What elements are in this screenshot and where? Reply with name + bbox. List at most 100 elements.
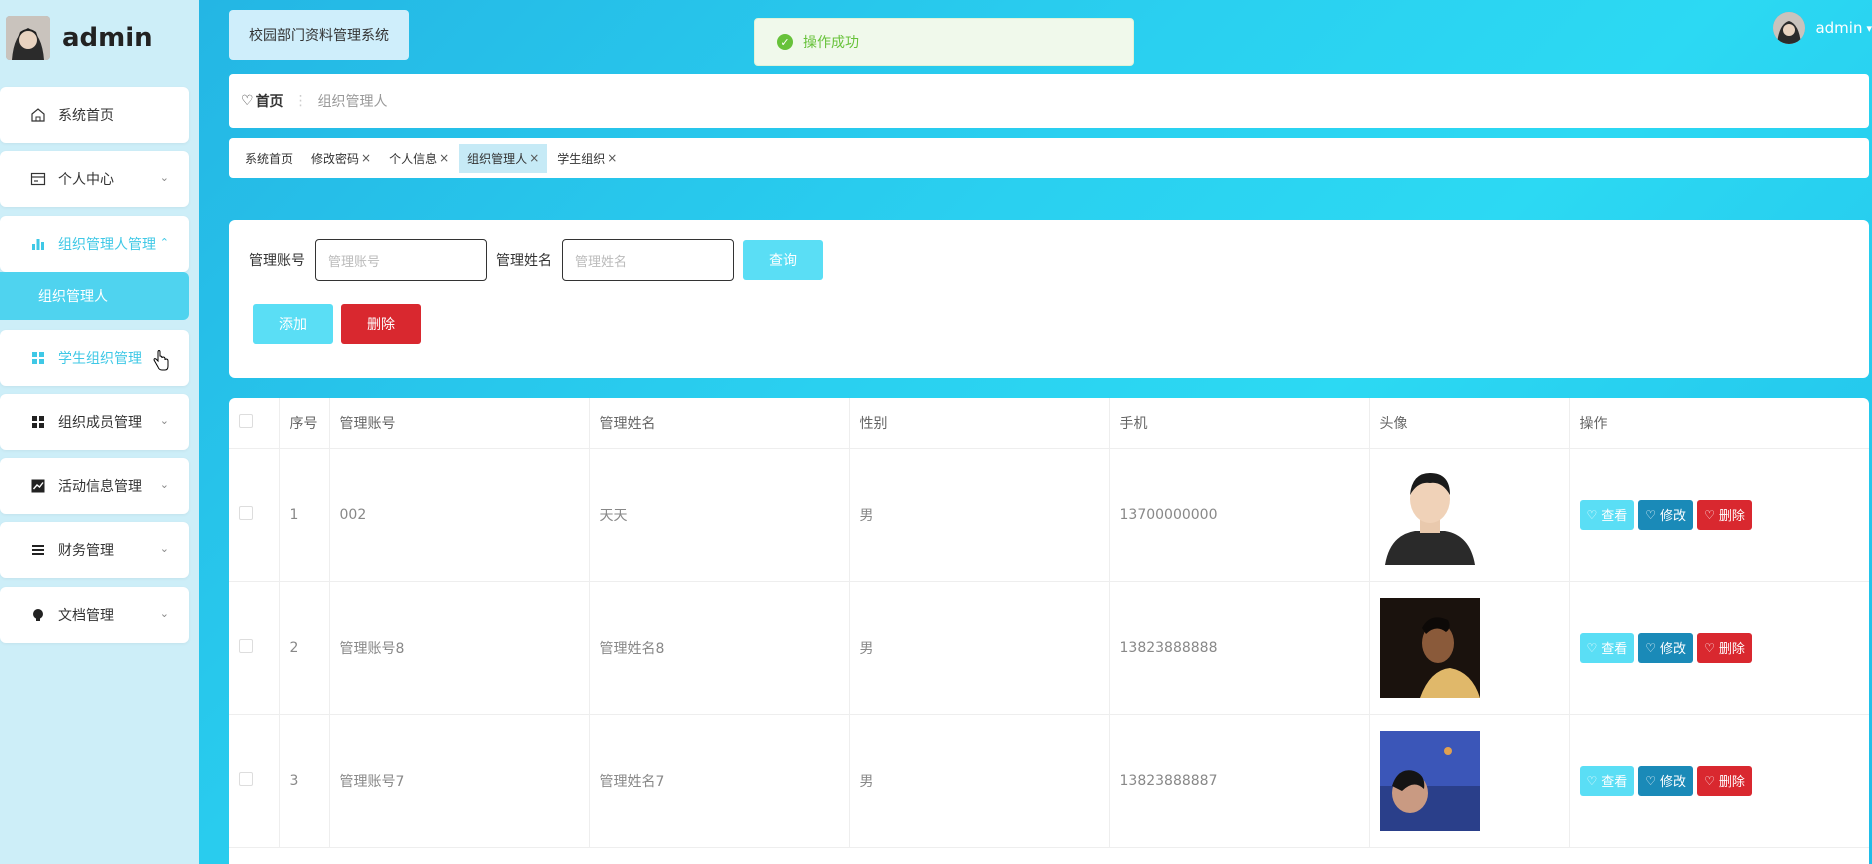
- sidebar-item-home[interactable]: 系统首页: [0, 87, 189, 143]
- tag-label: 修改密码: [311, 151, 360, 166]
- add-button[interactable]: 添加: [253, 304, 333, 344]
- checkbox[interactable]: [239, 505, 253, 520]
- tag-label: 系统首页: [245, 151, 294, 166]
- table-row: 3 管理账号7 管理姓名7 男 13823888887 ♡ 查看 ♡ 修改 ♡ 删除: [229, 714, 1869, 848]
- home-icon: [30, 107, 46, 123]
- cell-gender: 男: [849, 448, 1110, 582]
- checkbox[interactable]: [239, 413, 253, 428]
- edit-label: 修改: [1660, 775, 1687, 790]
- bulb-icon: [30, 607, 46, 623]
- sidebar-item-members[interactable]: 组织成员管理 ⌄: [0, 394, 189, 450]
- tag-label: 个人信息: [389, 151, 438, 166]
- cell-gender: 男: [849, 581, 1110, 715]
- system-title: 校园部门资料管理系统: [229, 10, 409, 60]
- column-header: 管理姓名: [589, 398, 850, 449]
- user-avatar: [1773, 12, 1806, 44]
- sidebar-item-label: 活动信息管理: [58, 479, 142, 495]
- cell-gender: 男: [849, 714, 1110, 848]
- card-icon: [30, 171, 46, 187]
- sidebar-item-label: 组织成员管理: [58, 415, 142, 431]
- edit-label: 修改: [1660, 509, 1687, 524]
- heart-icon: ♡: [1645, 640, 1657, 655]
- tag-label: 组织管理人: [467, 151, 528, 166]
- sidebar-item-activity[interactable]: 活动信息管理 ⌄: [0, 458, 189, 514]
- tag-org-manager[interactable]: 组织管理人 ×: [459, 143, 548, 173]
- brand-name: admin: [62, 23, 153, 53]
- view-label: 查看: [1601, 509, 1628, 524]
- hand-cursor-icon: [152, 349, 170, 372]
- avatar-photo: [1379, 730, 1480, 831]
- cell-index: 3: [279, 714, 330, 848]
- edit-label: 修改: [1660, 642, 1687, 657]
- view-button[interactable]: ♡ 查看: [1579, 632, 1635, 663]
- heart-icon: ♡: [1704, 640, 1715, 655]
- account-input[interactable]: 管理账号: [315, 239, 487, 281]
- search-panel: 管理账号 管理账号 管理姓名 管理姓名 查询 添加 删除: [229, 220, 1869, 378]
- delete-row-button[interactable]: ♡ 删除: [1697, 632, 1752, 663]
- delete-row-button[interactable]: ♡ 删除: [1697, 499, 1752, 530]
- row-actions: ♡ 查看 ♡ 修改 ♡ 删除: [1579, 499, 1869, 530]
- breadcrumb-home[interactable]: 首页: [256, 91, 284, 111]
- tag-change-password[interactable]: 修改密码 ×: [303, 144, 379, 173]
- cell-account: 002: [329, 448, 590, 582]
- close-icon[interactable]: ×: [529, 151, 539, 165]
- user-menu[interactable]: admin ▾: [1773, 12, 1872, 44]
- account-label: 管理账号: [249, 253, 305, 269]
- tag-personal-info[interactable]: 个人信息 ×: [381, 144, 457, 173]
- delete-label: 删除: [1718, 642, 1745, 657]
- name-label: 管理姓名: [496, 253, 552, 269]
- close-icon[interactable]: ×: [361, 151, 371, 165]
- chevron-down-icon: ⌄: [159, 478, 169, 491]
- list-icon: [30, 542, 46, 558]
- check-circle-icon: ✓: [777, 34, 793, 50]
- tag-home[interactable]: 系统首页: [237, 144, 301, 173]
- heart-icon: ♡: [1586, 773, 1598, 788]
- heart-icon: ♡: [1704, 507, 1715, 522]
- admin-avatar: [6, 16, 50, 60]
- edit-button[interactable]: ♡ 修改: [1638, 499, 1694, 530]
- column-header: 管理账号: [329, 398, 590, 449]
- view-button[interactable]: ♡ 查看: [1579, 499, 1635, 530]
- close-icon[interactable]: ×: [439, 151, 449, 165]
- checkbox[interactable]: [239, 771, 253, 786]
- success-toast: ✓ 操作成功: [754, 18, 1134, 66]
- sidebar-item-docs[interactable]: 文档管理 ⌄: [0, 587, 189, 643]
- cell-phone: 13823888887: [1109, 714, 1370, 848]
- close-icon[interactable]: ×: [607, 151, 617, 165]
- edit-button[interactable]: ♡ 修改: [1638, 632, 1694, 663]
- column-header: 序号: [279, 398, 330, 449]
- heart-icon: ♡: [241, 93, 254, 109]
- sidebar-item-org-manager[interactable]: 组织管理人管理 ⌃: [0, 216, 189, 272]
- checkbox[interactable]: [239, 638, 253, 653]
- sidebar-subitem-org-manager[interactable]: 组织管理人: [0, 272, 189, 320]
- cell-index: 2: [279, 581, 330, 715]
- table-header: 序号 管理账号 管理姓名 性别 手机 头像 操作: [229, 398, 1869, 449]
- column-header: 头像: [1369, 398, 1570, 449]
- tags-view: 系统首页 修改密码 × 个人信息 × 组织管理人 × 学生组织 ×: [229, 138, 1869, 178]
- edit-button[interactable]: ♡ 修改: [1638, 765, 1694, 796]
- chevron-down-icon: ⌄: [159, 414, 169, 427]
- delete-label: 删除: [1718, 509, 1745, 524]
- cell-name: 天天: [589, 448, 850, 582]
- sidebar-item-finance[interactable]: 财务管理 ⌄: [0, 522, 189, 578]
- select-all[interactable]: [229, 398, 280, 449]
- delete-row-button[interactable]: ♡ 删除: [1697, 765, 1752, 796]
- delete-button[interactable]: 删除: [341, 304, 421, 344]
- view-label: 查看: [1601, 775, 1628, 790]
- column-header: 手机: [1109, 398, 1370, 449]
- query-button[interactable]: 查询: [743, 240, 823, 280]
- sidebar-item-label: 财务管理: [58, 543, 114, 559]
- cell-account: 管理账号8: [329, 581, 590, 715]
- sidebar-item-label: 学生组织管理: [58, 351, 142, 367]
- tag-student-org[interactable]: 学生组织 ×: [549, 144, 625, 173]
- main-area: 校园部门资料管理系统 ✓ 操作成功 admin ▾ ♡ 首页 ⋮ 组织管理人 系…: [199, 0, 1872, 864]
- table-row: 1 002 天天 男 13700000000 ♡ 查看 ♡ 修改 ♡ 删除: [229, 448, 1869, 582]
- breadcrumb-separator: ⋮: [293, 93, 308, 109]
- view-button[interactable]: ♡ 查看: [1579, 765, 1635, 796]
- caret-down-icon: ▾: [1866, 21, 1872, 35]
- view-label: 查看: [1601, 642, 1628, 657]
- name-input[interactable]: 管理姓名: [562, 239, 734, 281]
- sidebar-item-label: 组织管理人管理: [58, 237, 156, 253]
- sidebar-item-personal[interactable]: 个人中心 ⌄: [0, 151, 189, 207]
- brand: admin: [6, 16, 196, 60]
